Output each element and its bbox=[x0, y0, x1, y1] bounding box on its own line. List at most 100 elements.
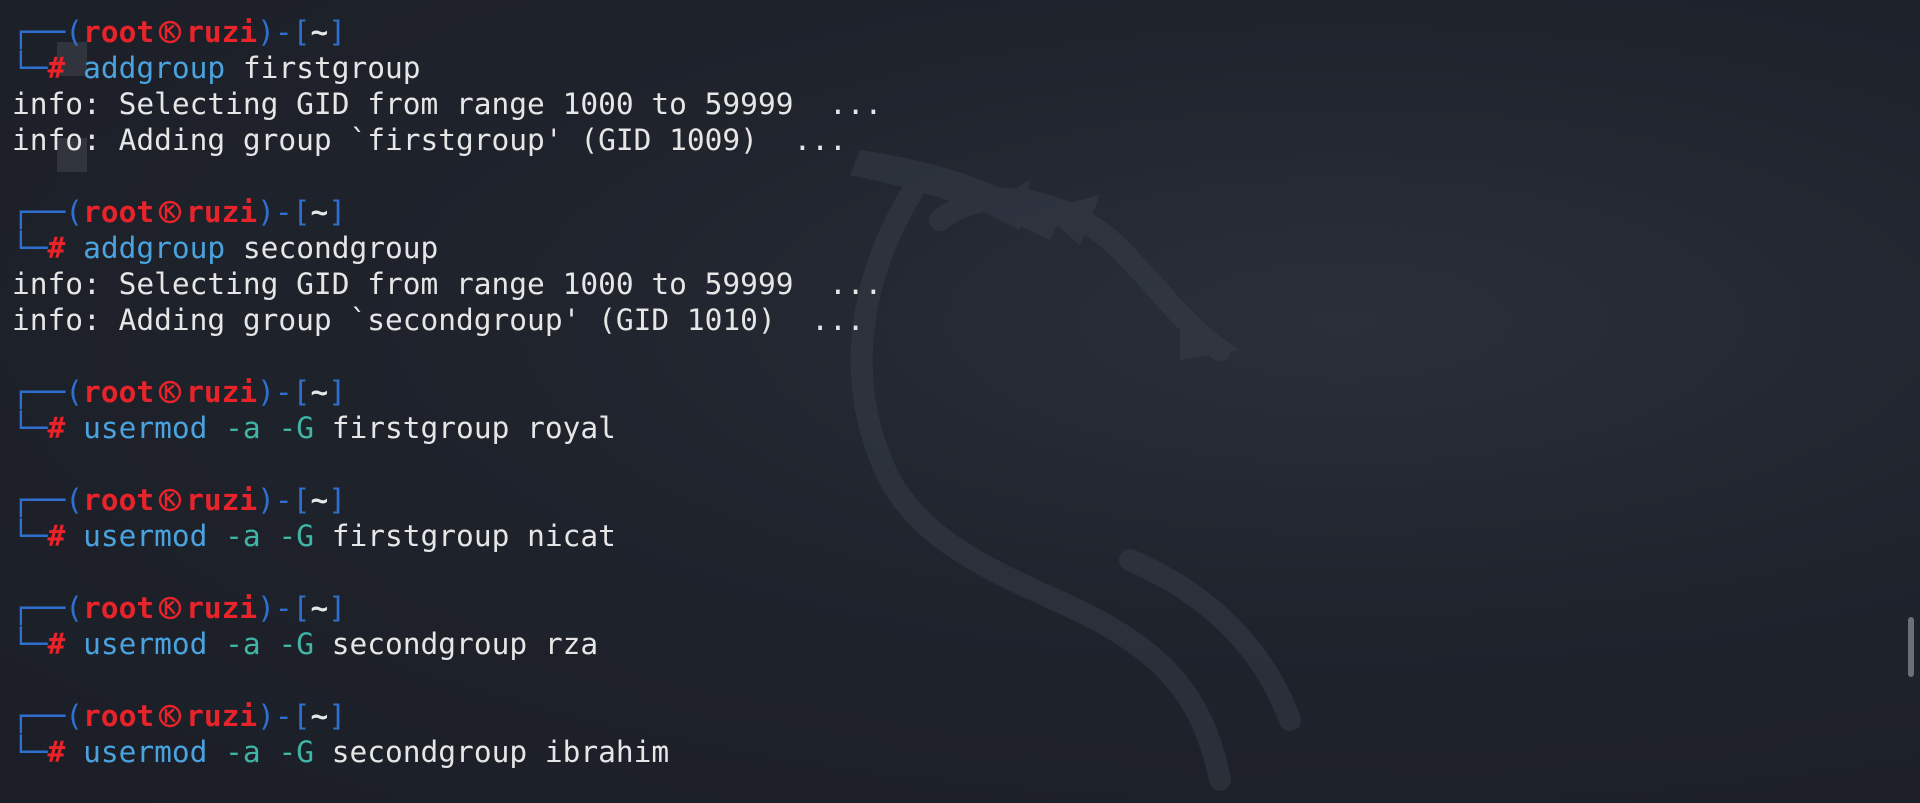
prompt-frame-mid: )-[ bbox=[257, 591, 311, 625]
output-line: info: Selecting GID from range 1000 to 5… bbox=[12, 267, 883, 301]
prompt-host: ruzi bbox=[186, 591, 258, 625]
prompt-user: root bbox=[83, 195, 155, 229]
prompt-directory: ~ bbox=[310, 591, 329, 625]
command-args: firstgroup nicat bbox=[313, 519, 616, 553]
command-name: addgroup bbox=[83, 231, 226, 265]
prompt-line: ┌──(root ruzi)-[~] bbox=[12, 698, 1880, 734]
skull-icon bbox=[158, 200, 182, 224]
prompt-frame-mid: )-[ bbox=[257, 15, 311, 49]
prompt-user: root bbox=[83, 375, 155, 409]
prompt-line: ┌──(root ruzi)-[~] bbox=[12, 14, 1880, 50]
skull-icon bbox=[158, 488, 182, 512]
command-args: secondgroup bbox=[225, 231, 439, 265]
prompt-directory: ~ bbox=[310, 15, 329, 49]
prompt-user: root bbox=[83, 699, 155, 733]
prompt-frame-close: ] bbox=[328, 195, 346, 229]
prompt-frame-open: ┌──( bbox=[12, 591, 84, 625]
prompt-hash: # bbox=[47, 735, 66, 769]
prompt-corner: └─ bbox=[12, 735, 48, 769]
prompt-hash: # bbox=[47, 51, 66, 85]
prompt-frame-mid: )-[ bbox=[257, 195, 311, 229]
prompt-host: ruzi bbox=[186, 195, 258, 229]
prompt-host: ruzi bbox=[186, 483, 258, 517]
prompt-frame-open: ┌──( bbox=[12, 195, 84, 229]
prompt-corner: └─ bbox=[12, 231, 48, 265]
command-name: usermod bbox=[83, 411, 208, 445]
prompt-host: ruzi bbox=[186, 699, 258, 733]
command-flags: -a -G bbox=[225, 627, 314, 661]
output-line: info: Adding group `firstgroup' (GID 100… bbox=[12, 123, 847, 157]
prompt-frame-close: ] bbox=[328, 15, 346, 49]
terminal-scrollbar[interactable] bbox=[1908, 617, 1914, 677]
prompt-hash: # bbox=[47, 231, 66, 265]
prompt-directory: ~ bbox=[310, 375, 329, 409]
prompt-line: ┌──(root ruzi)-[~] bbox=[12, 194, 1880, 230]
prompt-frame-close: ] bbox=[328, 699, 346, 733]
prompt-frame-open: ┌──( bbox=[12, 15, 84, 49]
prompt-line: ┌──(root ruzi)-[~] bbox=[12, 482, 1880, 518]
prompt-directory: ~ bbox=[310, 483, 329, 517]
skull-icon bbox=[158, 596, 182, 620]
skull-icon bbox=[158, 380, 182, 404]
command-args: firstgroup bbox=[225, 51, 421, 85]
command-name: usermod bbox=[83, 735, 208, 769]
prompt-frame-open: ┌──( bbox=[12, 483, 84, 517]
command-flags: -a -G bbox=[225, 411, 314, 445]
command-name: usermod bbox=[83, 627, 208, 661]
output-line: info: Selecting GID from range 1000 to 5… bbox=[12, 87, 883, 121]
command-line: └─ # addgroup secondgroup bbox=[12, 230, 1880, 266]
command-name: addgroup bbox=[83, 51, 226, 85]
command-line: └─ # usermod -a -G firstgroup royal bbox=[12, 410, 1880, 446]
prompt-user: root bbox=[83, 483, 155, 517]
command-line: └─ # usermod -a -G firstgroup nicat bbox=[12, 518, 1880, 554]
skull-icon bbox=[158, 704, 182, 728]
prompt-line: ┌──(root ruzi)-[~] bbox=[12, 590, 1880, 626]
prompt-line: ┌──(root ruzi)-[~] bbox=[12, 374, 1880, 410]
skull-icon bbox=[158, 20, 182, 44]
prompt-frame-close: ] bbox=[328, 591, 346, 625]
command-name: usermod bbox=[83, 519, 208, 553]
prompt-frame-close: ] bbox=[328, 375, 346, 409]
prompt-frame-open: ┌──( bbox=[12, 375, 84, 409]
prompt-directory: ~ bbox=[310, 699, 329, 733]
prompt-host: ruzi bbox=[186, 375, 258, 409]
prompt-user: root bbox=[83, 591, 155, 625]
prompt-hash: # bbox=[47, 411, 66, 445]
command-line: └─ # usermod -a -G secondgroup ibrahim bbox=[12, 734, 1880, 770]
command-args: firstgroup royal bbox=[313, 411, 616, 445]
prompt-corner: └─ bbox=[12, 51, 48, 85]
prompt-frame-open: ┌──( bbox=[12, 699, 84, 733]
prompt-corner: └─ bbox=[12, 411, 48, 445]
terminal-output: ┌──(root ruzi)-[~] └─ # addgroup firstgroup… bbox=[12, 14, 1880, 803]
prompt-directory: ~ bbox=[310, 195, 329, 229]
prompt-frame-mid: )-[ bbox=[257, 699, 311, 733]
prompt-user: root bbox=[83, 15, 155, 49]
prompt-corner: └─ bbox=[12, 519, 48, 553]
command-args: secondgroup rza bbox=[313, 627, 599, 661]
command-args: secondgroup ibrahim bbox=[313, 735, 670, 769]
prompt-hash: # bbox=[47, 519, 66, 553]
command-line: └─ # addgroup firstgroup bbox=[12, 50, 1880, 86]
prompt-host: ruzi bbox=[186, 15, 258, 49]
output-line: info: Adding group `secondgroup' (GID 10… bbox=[12, 303, 865, 337]
prompt-frame-close: ] bbox=[328, 483, 346, 517]
prompt-frame-mid: )-[ bbox=[257, 375, 311, 409]
prompt-corner: └─ bbox=[12, 627, 48, 661]
command-flags: -a -G bbox=[225, 735, 314, 769]
command-line: └─ # usermod -a -G secondgroup rza bbox=[12, 626, 1880, 662]
